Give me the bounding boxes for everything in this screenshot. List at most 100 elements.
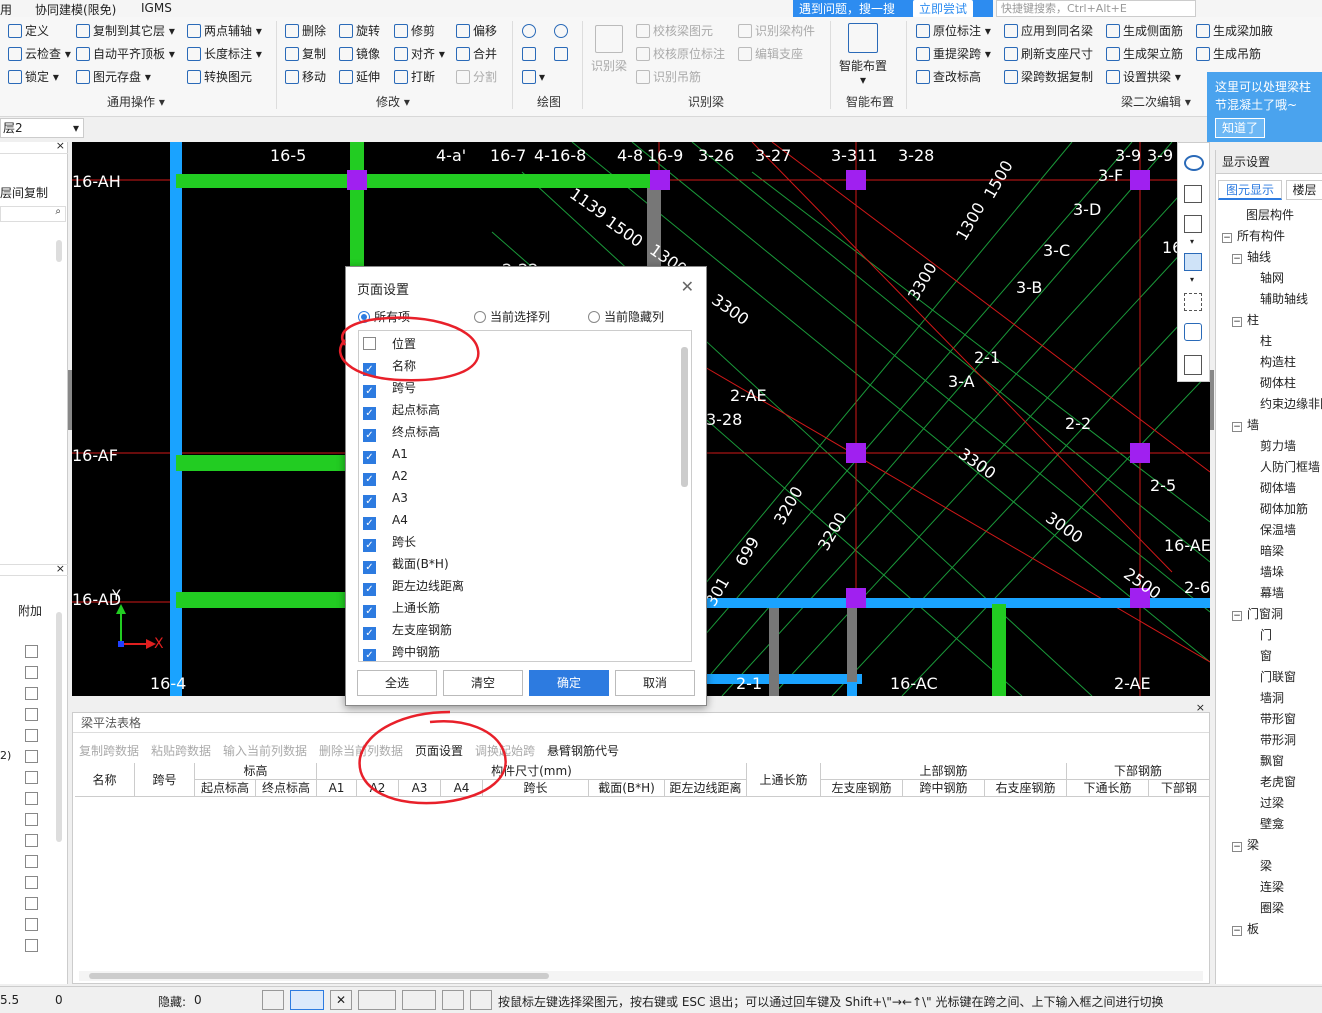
column-checkbox-row[interactable]: ✓ 跨号 [363, 377, 416, 399]
radio-all-items[interactable]: 所有项 [358, 308, 410, 325]
gen-erection-bar-button[interactable]: 生成架立筋 [1106, 44, 1183, 64]
layer-select[interactable]: 层2 ▾ [0, 118, 84, 138]
chevron-down-icon[interactable]: ▾ [1190, 237, 1194, 246]
tab-floor-display[interactable]: 楼层显 [1286, 180, 1322, 200]
tree-item[interactable]: 暗梁 [1260, 541, 1284, 562]
radio-current-hidden[interactable]: 当前隐藏列 [588, 308, 664, 325]
collapse-icon[interactable]: − [1232, 254, 1242, 264]
cancel-button[interactable]: 取消 [615, 670, 695, 696]
checkbox[interactable]: ✓ [363, 363, 376, 376]
delete-column-data-btn[interactable]: 删除当前列数据 [319, 742, 403, 759]
tree-item[interactable]: 墙垛 [1260, 562, 1284, 583]
col-section[interactable]: 截面(B*H) [589, 780, 665, 797]
tree-item[interactable]: 构造柱 [1260, 352, 1296, 373]
tree-item[interactable]: 连梁 [1260, 877, 1284, 898]
col-start-elev[interactable]: 起点标高 [195, 780, 256, 797]
tree-item[interactable]: − 所有构件 [1222, 226, 1285, 247]
recognize-beam-button[interactable]: 识别梁 [590, 25, 628, 81]
select-all-button[interactable]: 全选 [357, 670, 437, 696]
display-icon[interactable] [442, 990, 464, 1010]
tree-item[interactable]: 轴网 [1260, 268, 1284, 289]
checkbox[interactable]: ✓ [363, 539, 376, 552]
layer-copy-label[interactable]: 层间复制 [0, 184, 48, 201]
tree-item[interactable]: 砌体加筋 [1260, 499, 1308, 520]
cube-icon[interactable] [1184, 215, 1202, 233]
column-checkbox-row[interactable]: ✓ A4 [363, 509, 408, 531]
column-checkbox-row[interactable]: ✓ 终点标高 [363, 421, 440, 443]
col-mid-span-bar[interactable]: 跨中钢筋 [903, 780, 985, 797]
tree-item[interactable]: 剪力墙 [1260, 436, 1296, 457]
tree-item[interactable]: 门 [1260, 625, 1272, 646]
3d-view-icon[interactable] [1184, 185, 1202, 203]
re-extract-span-button[interactable]: 重提梁跨 ▾ [916, 44, 991, 64]
tree-item[interactable]: − 板 [1232, 919, 1259, 940]
checkbox[interactable]: ✓ [363, 407, 376, 420]
menu-item-collab[interactable]: 协同建模(限免) [35, 1, 116, 18]
gen-hanger-button[interactable]: 生成吊筋 [1196, 44, 1261, 64]
col-a1[interactable]: A1 [317, 780, 357, 797]
col-end-elev[interactable]: 终点标高 [256, 780, 317, 797]
orbit-icon[interactable] [1184, 155, 1204, 171]
checkbox[interactable]: ✓ [363, 649, 376, 661]
close-icon[interactable]: × [1196, 701, 1205, 714]
collapse-icon[interactable]: − [1232, 422, 1242, 432]
draw-curve-button[interactable]: ▾ [522, 67, 545, 87]
column-checkbox-row[interactable]: ✓ A3 [363, 487, 408, 509]
col-right-seat-bar[interactable]: 右支座钢筋 [985, 780, 1067, 797]
convert-element-button[interactable]: 转换图元 [187, 67, 252, 87]
tree-item[interactable]: 梁 [1260, 856, 1272, 877]
checkbox[interactable]: ✓ [363, 561, 376, 574]
page-setup-btn[interactable]: 页面设置 [415, 742, 463, 759]
point-snap-icon[interactable] [402, 990, 436, 1010]
tree-item[interactable]: 带形洞 [1260, 730, 1296, 751]
horizontal-scrollbar[interactable] [79, 971, 1203, 981]
cloud-check-button[interactable]: 云检查 ▾ [8, 44, 71, 64]
column-checkbox-row[interactable]: ✓ 名称 [363, 355, 416, 377]
column-checkbox-row[interactable]: ✓ 跨长 [363, 531, 416, 553]
checkbox[interactable]: ✓ [363, 385, 376, 398]
tree-item[interactable]: 柱 [1260, 331, 1272, 352]
collapse-icon[interactable]: − [1232, 926, 1242, 936]
gen-side-bar-button[interactable]: 生成侧面筋 [1106, 21, 1183, 41]
auto-align-slab-button[interactable]: 自动平齐顶板 ▾ [76, 44, 175, 64]
attach-checkbox[interactable] [25, 687, 38, 700]
set-arch-beam-button[interactable]: 设置拱梁 ▾ [1106, 67, 1181, 87]
lock-button[interactable]: 锁定 ▾ [8, 67, 59, 87]
tree-item[interactable]: 老虎窗 [1260, 772, 1296, 793]
checkbox[interactable]: ✓ [363, 583, 376, 596]
draw-line-button[interactable] [522, 44, 539, 64]
tree-item[interactable]: 窗 [1260, 646, 1272, 667]
cross-select-icon[interactable]: ✕ [330, 990, 352, 1010]
try-now-button[interactable]: 立即尝试 [912, 0, 973, 18]
left-search-input[interactable]: ⌕ [0, 206, 66, 222]
mirror-button[interactable]: 镜像 [339, 44, 380, 64]
tree-item[interactable]: 壁龛 [1260, 814, 1284, 835]
check-elevation-button[interactable]: 查改标高 [916, 67, 981, 87]
arc-icon[interactable] [470, 990, 492, 1010]
checkbox[interactable]: ✓ [363, 517, 376, 530]
col-span-length[interactable]: 跨长 [483, 780, 589, 797]
offset-button[interactable]: 偏移 [456, 21, 497, 41]
col-a4[interactable]: A4 [441, 780, 483, 797]
column-checkbox-row[interactable]: ✓ 上通长筋 [363, 597, 440, 619]
tree-item[interactable]: 辅助轴线 [1260, 289, 1308, 310]
scrollbar-thumb[interactable] [56, 240, 62, 262]
check-beam-button[interactable]: 校核梁图元 [636, 21, 713, 41]
col-a3[interactable]: A3 [399, 780, 441, 797]
check-annotation-button[interactable]: 校核原位标注 [636, 44, 725, 64]
checkbox[interactable]: ✓ [363, 605, 376, 618]
tree-item[interactable]: − 门窗洞 [1232, 604, 1283, 625]
collapse-icon[interactable]: − [1232, 842, 1242, 852]
splitter-handle[interactable] [1210, 370, 1214, 430]
attach-checkbox[interactable] [25, 708, 38, 721]
col-span[interactable]: 跨号 [135, 763, 195, 797]
attach-checkbox[interactable] [25, 918, 38, 931]
edit-support-button[interactable]: 编辑支座 [738, 44, 803, 64]
col-name[interactable]: 名称 [75, 763, 135, 797]
clear-button[interactable]: 清空 [443, 670, 523, 696]
checkbox[interactable]: ✓ [363, 627, 376, 640]
define-button[interactable]: 定义 [8, 21, 49, 41]
tree-item[interactable]: 幕墙 [1260, 583, 1284, 604]
select-mode-icon[interactable] [290, 990, 324, 1010]
attach-checkbox[interactable] [25, 750, 38, 763]
